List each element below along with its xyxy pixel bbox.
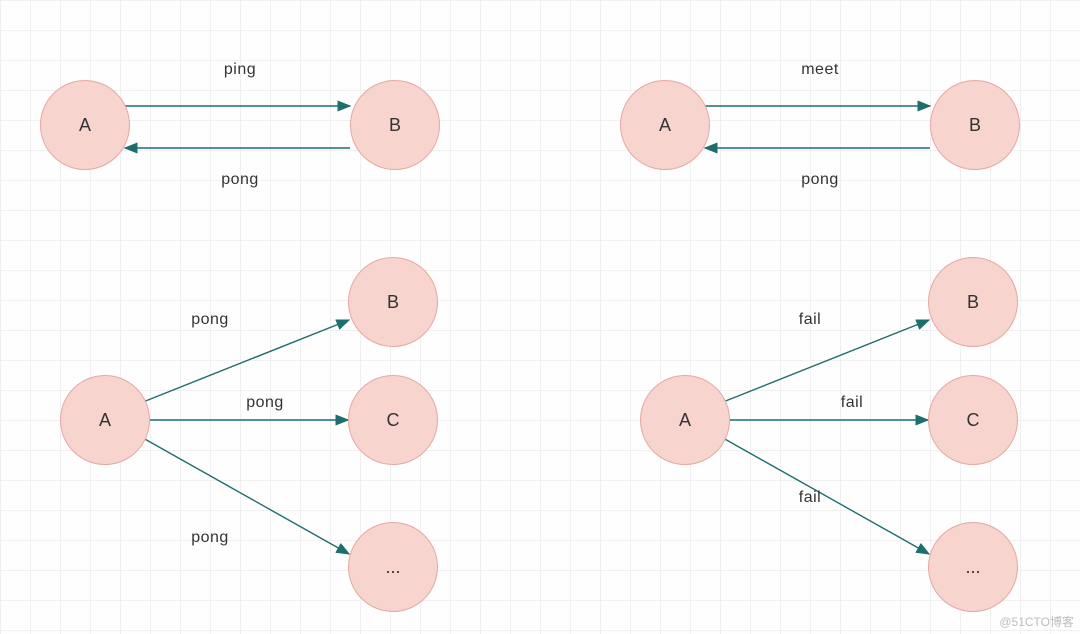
edge-label-fail-c: fail [841, 394, 863, 412]
edge-label-pong-2: pong [801, 171, 839, 189]
node-b-tr: B [930, 80, 1020, 170]
node-label: C [387, 410, 400, 431]
node-a-tr: A [620, 80, 710, 170]
node-label: B [389, 115, 401, 136]
node-label: A [679, 410, 691, 431]
arrows-layer [0, 0, 1080, 634]
edge-label-pong: pong [221, 171, 259, 189]
node-b-br: B [928, 257, 1018, 347]
node-label: B [969, 115, 981, 136]
node-d-br: ... [928, 522, 1018, 612]
node-d-bl: ... [348, 522, 438, 612]
node-label: A [99, 410, 111, 431]
node-a-tl: A [40, 80, 130, 170]
node-a-bl: A [60, 375, 150, 465]
edge-label-pong-d: pong [191, 529, 229, 547]
edge-label-fail-d: fail [799, 489, 821, 507]
node-label: ... [965, 557, 980, 578]
node-label: A [79, 115, 91, 136]
arrow-pong-b [143, 320, 349, 402]
node-c-br: C [928, 375, 1018, 465]
node-c-bl: C [348, 375, 438, 465]
edge-label-meet: meet [801, 61, 839, 79]
node-label: A [659, 115, 671, 136]
node-label: C [967, 410, 980, 431]
node-label: B [967, 292, 979, 313]
node-label: ... [385, 557, 400, 578]
arrow-fail-b [723, 320, 929, 402]
node-b-bl: B [348, 257, 438, 347]
arrow-fail-d [723, 438, 929, 554]
edge-label-ping: ping [224, 61, 256, 79]
node-label: B [387, 292, 399, 313]
watermark-text: @51CTO博客 [999, 613, 1074, 630]
arrow-pong-d [143, 438, 349, 554]
edge-label-pong-c: pong [246, 394, 284, 412]
node-a-br: A [640, 375, 730, 465]
diagram-canvas: A B ping pong A B meet pong A B C ... po… [0, 0, 1080, 634]
node-b-tl: B [350, 80, 440, 170]
edge-label-fail-b: fail [799, 311, 821, 329]
edge-label-pong-b: pong [191, 311, 229, 329]
